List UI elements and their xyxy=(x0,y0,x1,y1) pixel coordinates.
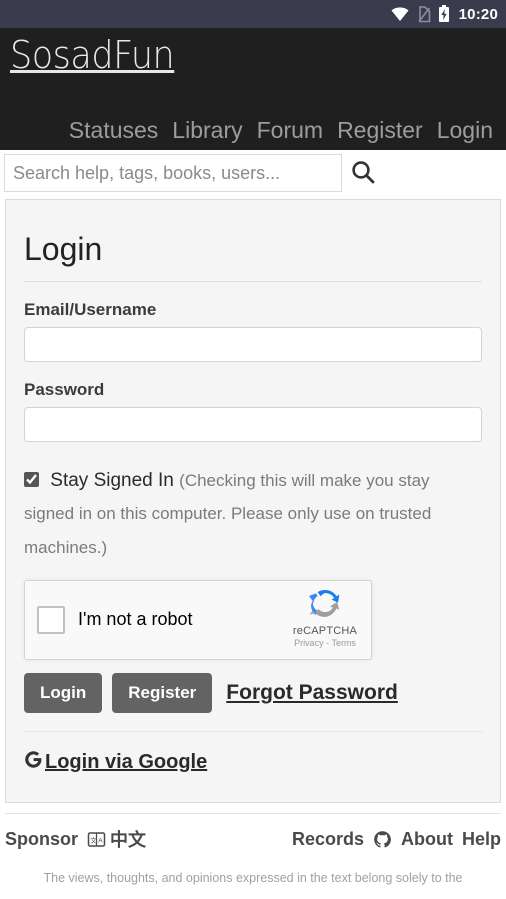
main-navigation: Statuses Library Forum Register Login xyxy=(62,117,500,144)
search-icon xyxy=(350,159,376,188)
search-input[interactable] xyxy=(4,154,342,192)
password-field[interactable] xyxy=(24,407,482,443)
page-title: Login xyxy=(24,200,482,283)
nav-link-statuses[interactable]: Statuses xyxy=(62,117,166,144)
nav-link-forum[interactable]: Forum xyxy=(250,117,330,144)
stay-signed-in-row: Stay Signed In (Checking this will make … xyxy=(24,464,482,564)
recaptcha-checkbox[interactable] xyxy=(37,605,65,634)
recaptcha-terms-link[interactable]: Terms xyxy=(331,638,356,648)
register-button[interactable]: Register xyxy=(112,672,213,713)
email-label: Email/Username xyxy=(24,300,157,320)
status-bar-clock: 10:20 xyxy=(458,5,498,23)
search-bar xyxy=(0,150,506,196)
login-button[interactable]: Login xyxy=(24,672,103,713)
forgot-password-link[interactable]: Forgot Password xyxy=(226,681,398,705)
recaptcha-legal-links: Privacy - Terms xyxy=(289,638,361,648)
stay-signed-in-label: Stay Signed In xyxy=(50,470,174,492)
android-status-bar: 10:20 xyxy=(0,0,506,28)
battery-charging-icon xyxy=(438,5,450,23)
nav-link-register[interactable]: Register xyxy=(330,117,430,144)
footer-link-chinese[interactable]: 中文 xyxy=(110,826,146,852)
footer-links-right: Records About Help xyxy=(283,829,501,850)
footer-links-left: Sponsor 文 A 中文 xyxy=(5,826,155,852)
google-login-button[interactable]: Login via Google xyxy=(24,750,207,775)
footer-link-sponsor[interactable]: Sponsor xyxy=(5,829,78,850)
footer-link-records[interactable]: Records xyxy=(292,829,364,850)
recaptcha-legal-separator: - xyxy=(326,637,330,648)
footer-disclaimer: The views, thoughts, and opinions expres… xyxy=(43,871,463,885)
wifi-icon xyxy=(390,6,410,22)
stay-signed-in-checkbox[interactable] xyxy=(24,472,39,488)
site-footer: Sponsor 文 A 中文 Records About Help xyxy=(5,813,501,852)
site-logo[interactable]: SosadFun xyxy=(10,36,175,74)
nav-link-login[interactable]: Login xyxy=(430,117,500,144)
site-header: SosadFun Statuses Library Forum Register… xyxy=(0,28,506,150)
translate-icon[interactable]: 文 A xyxy=(87,830,106,849)
svg-text:文: 文 xyxy=(90,835,97,844)
search-button[interactable] xyxy=(350,159,376,188)
google-login-label: Login via Google xyxy=(45,750,208,773)
google-g-icon xyxy=(24,750,43,775)
recaptcha-label: I'm not a robot xyxy=(78,609,193,630)
password-label: Password xyxy=(24,380,105,400)
card-divider xyxy=(24,730,482,732)
recaptcha-branding: reCAPTCHA Privacy - Terms xyxy=(289,589,361,648)
email-field[interactable] xyxy=(24,327,482,363)
recaptcha-privacy-link[interactable]: Privacy xyxy=(294,638,324,648)
recaptcha-brand-name: reCAPTCHA xyxy=(292,624,358,637)
svg-text:A: A xyxy=(98,837,103,844)
footer-link-help[interactable]: Help xyxy=(462,829,501,850)
github-icon[interactable] xyxy=(373,830,392,849)
login-card: Login Email/Username Password Stay Signe… xyxy=(5,199,501,803)
form-actions: Login Register Forgot Password xyxy=(24,672,482,713)
recaptcha-logo-icon xyxy=(307,589,343,623)
no-sim-icon xyxy=(417,5,431,23)
nav-link-library[interactable]: Library xyxy=(165,117,249,144)
recaptcha-widget[interactable]: I'm not a robot reCAPTCHA Privacy - Term… xyxy=(24,579,372,660)
footer-link-about[interactable]: About xyxy=(401,829,453,850)
